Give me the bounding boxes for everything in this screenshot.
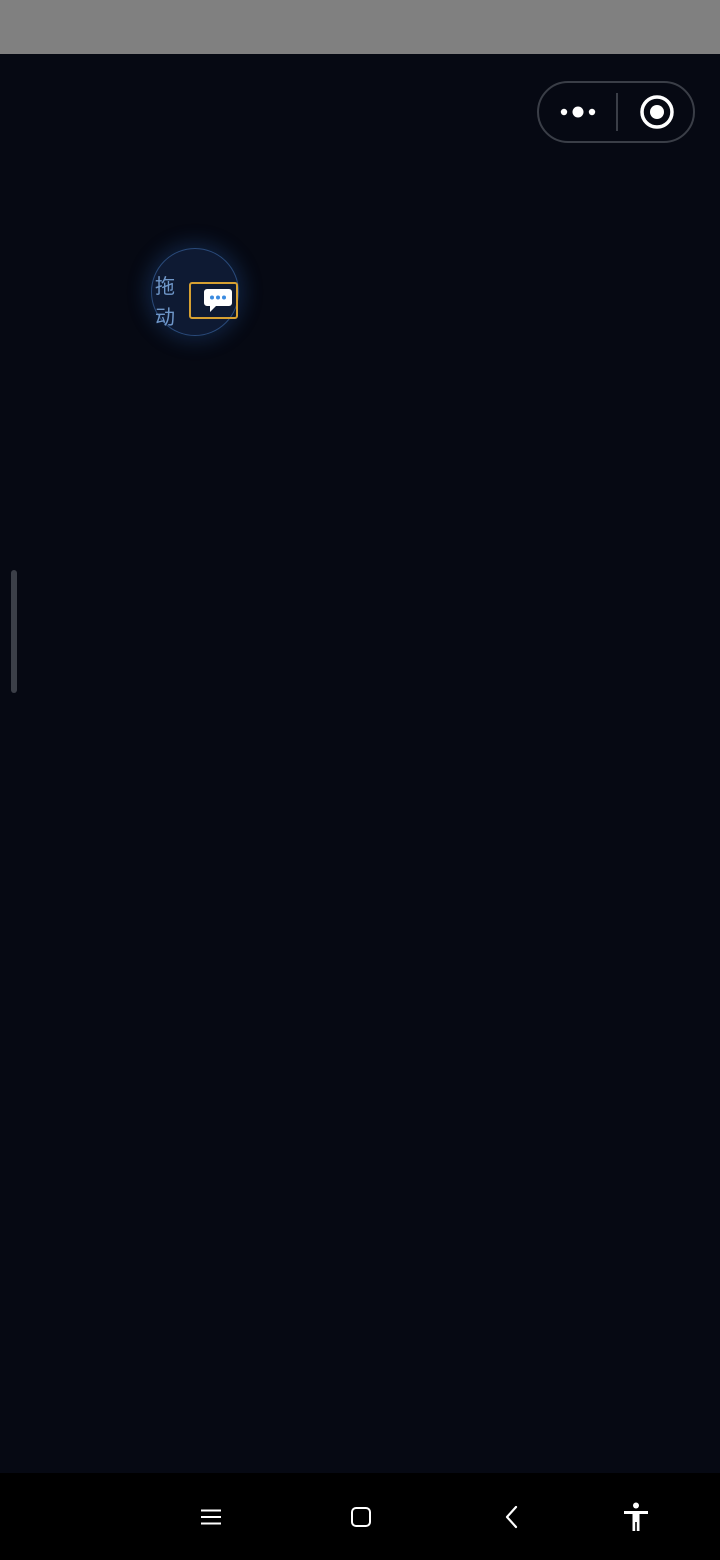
close-miniprogram-button[interactable] bbox=[618, 83, 695, 141]
floating-chat-drag-button[interactable]: 拖 动 bbox=[151, 248, 239, 336]
app-content-area bbox=[0, 54, 720, 1473]
target-close-icon bbox=[639, 95, 674, 129]
home-button[interactable] bbox=[321, 1473, 401, 1560]
more-dots-icon bbox=[560, 106, 595, 118]
navigation-bar bbox=[0, 1473, 720, 1560]
drag-label-line2: 动 bbox=[155, 305, 175, 329]
chat-frame bbox=[189, 282, 238, 319]
edge-drag-handle[interactable] bbox=[11, 570, 17, 693]
chat-bubble-icon bbox=[204, 289, 232, 312]
drag-label-line1: 拖 bbox=[155, 274, 175, 298]
status-bar bbox=[0, 0, 720, 54]
miniprogram-capsule bbox=[537, 81, 695, 143]
accessibility-button[interactable] bbox=[596, 1473, 676, 1560]
home-square-icon bbox=[351, 1506, 371, 1527]
drag-label: 拖 动 bbox=[155, 271, 179, 333]
accessibility-icon bbox=[624, 1502, 648, 1531]
menu-icon bbox=[201, 1509, 221, 1524]
recent-apps-button[interactable] bbox=[171, 1473, 251, 1560]
back-chevron-icon bbox=[505, 1505, 518, 1528]
back-button[interactable] bbox=[472, 1473, 552, 1560]
more-button[interactable] bbox=[539, 83, 616, 141]
